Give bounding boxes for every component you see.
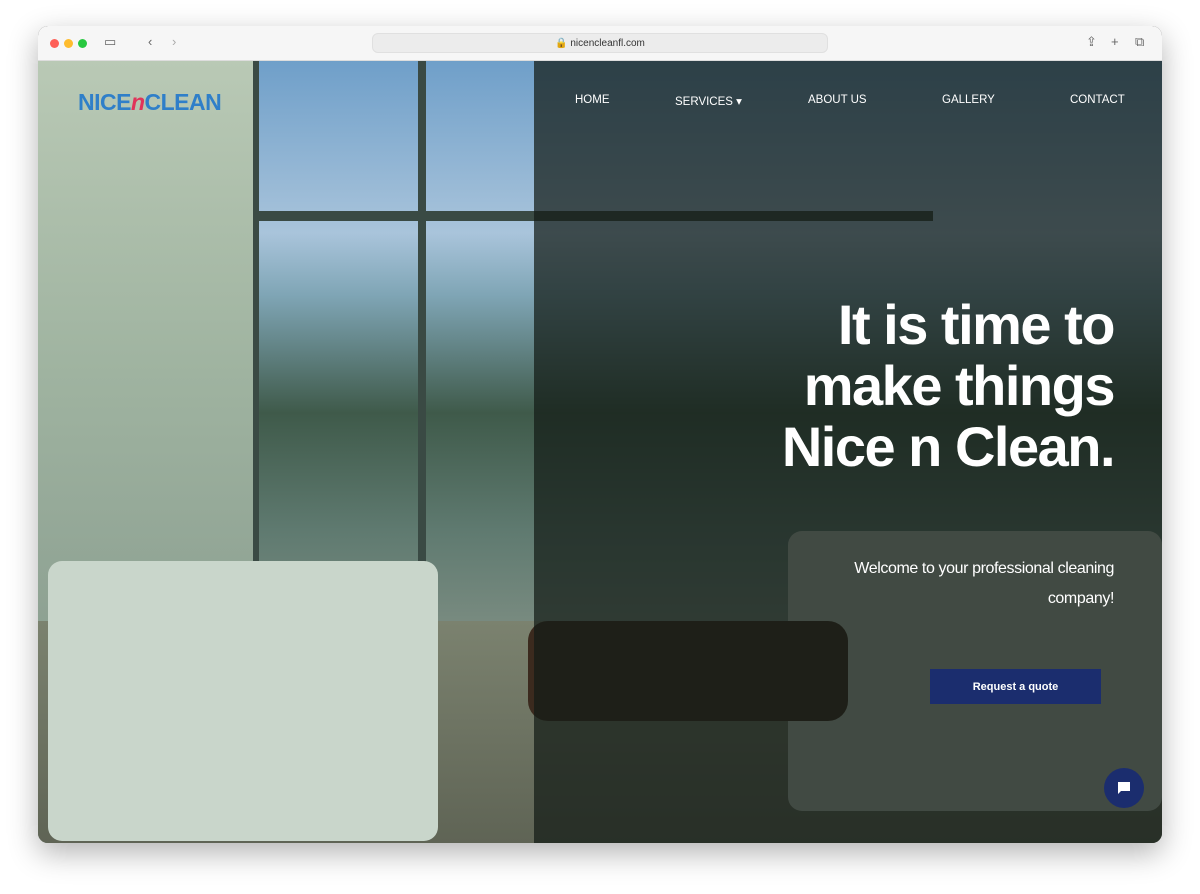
- nav-gallery[interactable]: GALLERY: [942, 94, 995, 106]
- browser-toolbar: ▭ ‹ › 🔒 nicencleanfl.com ⇪ + ⧉: [38, 26, 1162, 61]
- back-icon[interactable]: ‹: [148, 34, 152, 49]
- close-window-button[interactable]: [50, 39, 59, 48]
- nav-home[interactable]: HOME: [575, 94, 610, 106]
- browser-window: ▭ ‹ › 🔒 nicencleanfl.com ⇪ + ⧉ NICEnCLEA…: [38, 26, 1162, 843]
- sidebar-icon[interactable]: ▭: [104, 34, 116, 50]
- maximize-window-button[interactable]: [78, 39, 87, 48]
- url-text: nicencleanfl.com: [570, 38, 645, 49]
- request-quote-button[interactable]: Request a quote: [930, 669, 1101, 704]
- address-bar[interactable]: 🔒 nicencleanfl.com: [372, 33, 828, 53]
- hero-subtitle: Welcome to your professional cleaning co…: [854, 560, 1114, 607]
- hero-headline: It is time to make things Nice n Clean.: [781, 293, 1116, 478]
- chat-bubble-icon: [1118, 782, 1130, 794]
- chat-button[interactable]: [1104, 768, 1144, 808]
- hero-section: NICEnCLEAN HOME SERVICES ▾ ABOUT US GALL…: [38, 61, 1162, 843]
- new-tab-icon[interactable]: +: [1111, 34, 1119, 49]
- nav-about-us[interactable]: ABOUT US: [808, 94, 867, 106]
- nav-services[interactable]: SERVICES ▾: [675, 94, 742, 108]
- forward-icon[interactable]: ›: [172, 34, 176, 49]
- logo[interactable]: NICEnCLEAN: [78, 89, 222, 116]
- tabs-overview-icon[interactable]: ⧉: [1135, 34, 1144, 50]
- share-icon[interactable]: ⇪: [1086, 34, 1097, 50]
- minimize-window-button[interactable]: [64, 39, 73, 48]
- nav-contact[interactable]: CONTACT: [1070, 94, 1125, 106]
